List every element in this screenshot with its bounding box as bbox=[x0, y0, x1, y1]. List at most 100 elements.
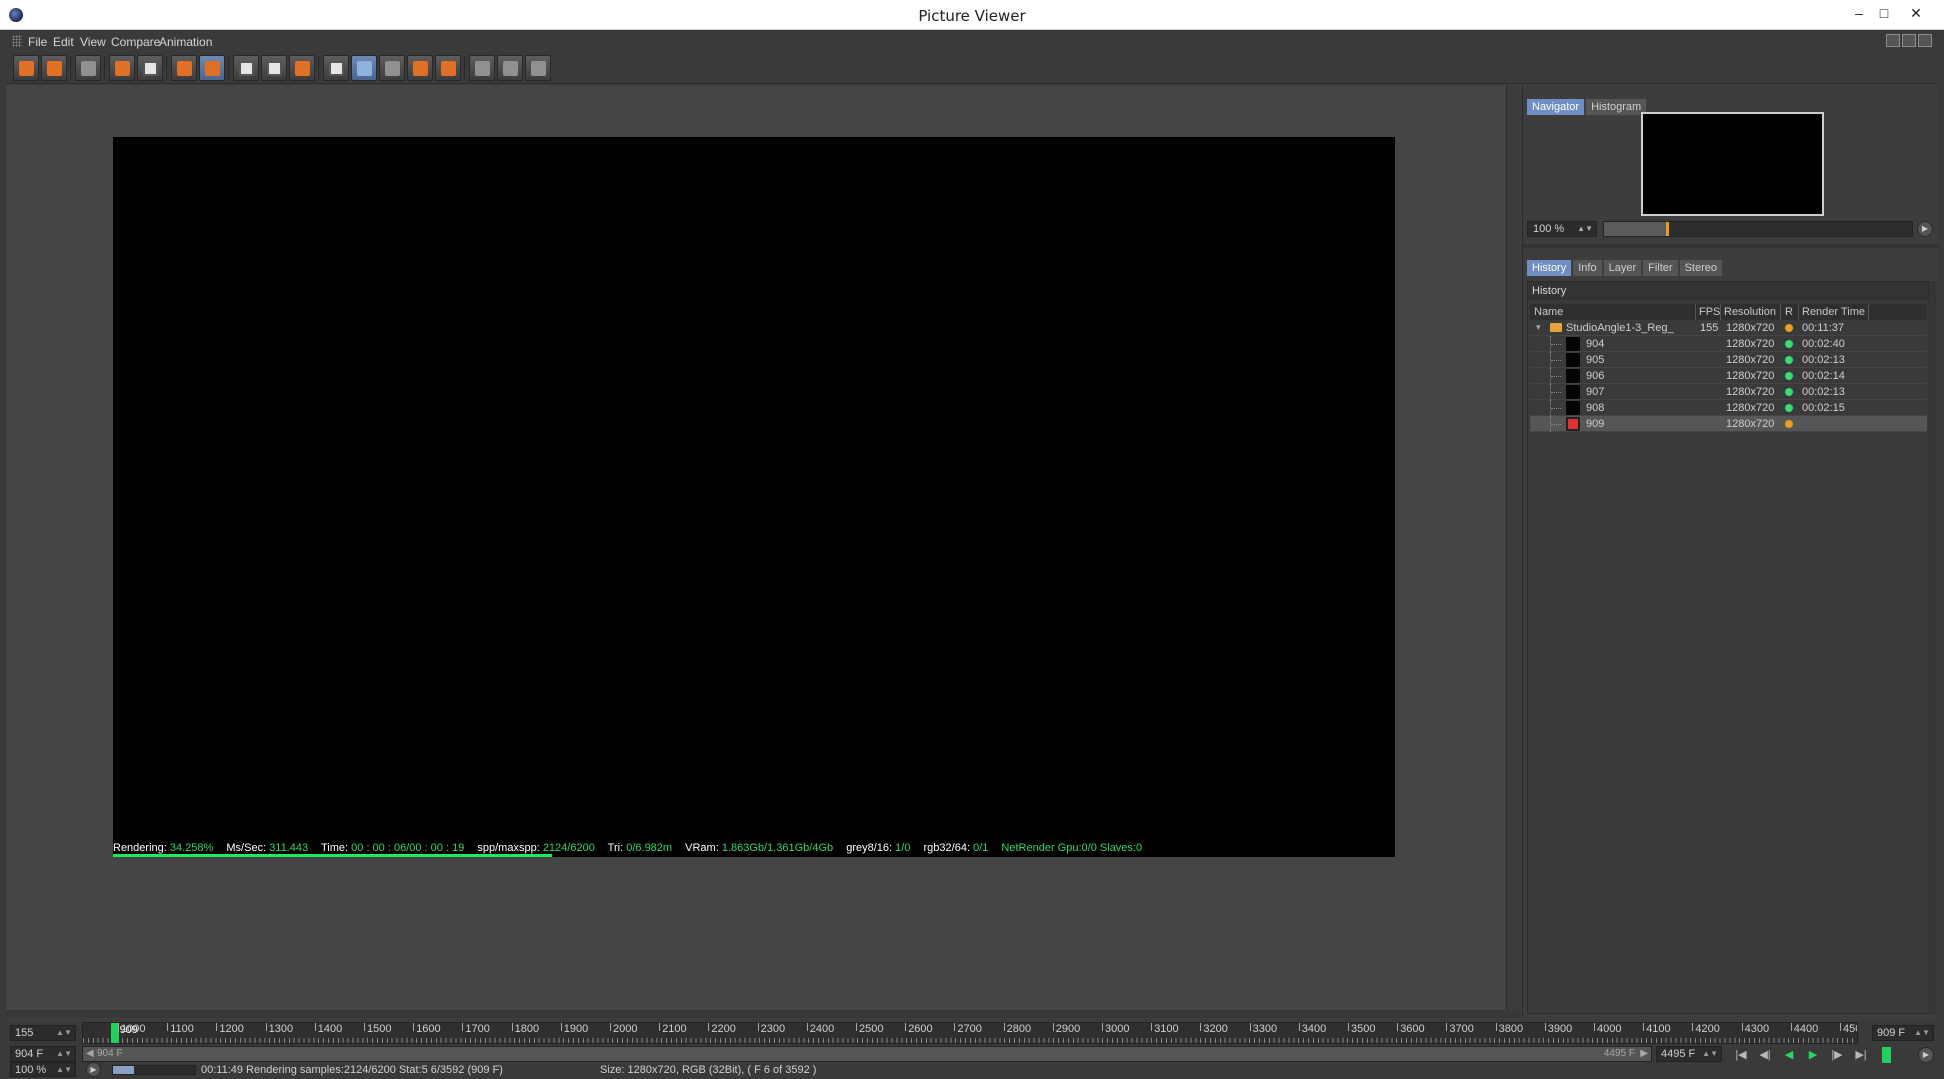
set-a-icon[interactable] bbox=[407, 55, 433, 81]
end-frame-field[interactable]: 4495 F ▲▼ bbox=[1656, 1046, 1722, 1062]
menu-compare[interactable]: Compare bbox=[111, 35, 160, 49]
layout-split-icon[interactable] bbox=[1886, 34, 1900, 47]
tab-history[interactable]: History bbox=[1527, 260, 1572, 276]
render-icon[interactable] bbox=[137, 55, 163, 81]
history-row[interactable]: 908 1280x720 00:02:15 bbox=[1530, 400, 1927, 416]
status-zoom-value: 100 % bbox=[15, 1064, 47, 1076]
copy-icon[interactable] bbox=[171, 55, 197, 81]
image-viewer[interactable]: Rendering: 34.258% Ms/Sec: 311.443 Time:… bbox=[6, 85, 1506, 1010]
film-icon[interactable] bbox=[75, 55, 101, 81]
frame-thumbnail bbox=[1566, 369, 1580, 383]
current-frame-field[interactable]: 909 F ▲▼ bbox=[1872, 1025, 1934, 1041]
timeline-tick: 1600 bbox=[413, 1023, 441, 1035]
layout2-icon[interactable] bbox=[497, 55, 523, 81]
history-row[interactable]: 904 1280x720 00:02:40 bbox=[1530, 336, 1927, 352]
status-zoom-field[interactable]: 100 % ▲▼ bbox=[10, 1062, 76, 1077]
history-table: Name FPS Resolution R Render Time ▾ Stud… bbox=[1530, 304, 1927, 432]
layout1-icon[interactable] bbox=[469, 55, 495, 81]
navigator-play-icon[interactable]: ▶ bbox=[1917, 221, 1933, 237]
prev-frame-icon[interactable]: ◀| bbox=[1756, 1047, 1774, 1063]
menu-edit[interactable]: Edit bbox=[53, 35, 74, 49]
timeline-tick: 450( bbox=[1839, 1023, 1857, 1035]
history-row[interactable]: 905 1280x720 00:02:13 bbox=[1530, 352, 1927, 368]
play-forward-icon[interactable]: ▶ bbox=[1804, 1047, 1822, 1063]
timeline-options-icon[interactable]: ▶ bbox=[1918, 1047, 1934, 1063]
save-icon[interactable] bbox=[41, 55, 67, 81]
next-frame-icon[interactable]: |▶ bbox=[1828, 1047, 1846, 1063]
row-name: 906 bbox=[1586, 370, 1605, 382]
go-to-end-icon[interactable]: ▶| bbox=[1852, 1047, 1870, 1063]
expand-icon[interactable]: ▾ bbox=[1536, 322, 1541, 333]
navigator-thumbnail[interactable] bbox=[1641, 112, 1824, 216]
range-right-arrow-icon[interactable]: ▶ bbox=[1640, 1048, 1648, 1059]
navigator-zoom-field[interactable]: 100 % ▲▼ bbox=[1527, 221, 1597, 237]
timeline-tick: 2400 bbox=[806, 1023, 835, 1035]
history-row-selected[interactable]: 909 1280x720 bbox=[1530, 416, 1927, 432]
viewer-hscrollbar[interactable] bbox=[6, 1010, 1520, 1018]
fps-field[interactable]: 155 ▲▼ bbox=[10, 1025, 76, 1041]
menu-file[interactable]: File bbox=[28, 35, 47, 49]
ab-compare-icon[interactable] bbox=[323, 55, 349, 81]
history-row[interactable]: 907 1280x720 00:02:13 bbox=[1530, 384, 1927, 400]
fps-icon[interactable] bbox=[351, 55, 377, 81]
col-fps[interactable]: FPS bbox=[1699, 306, 1720, 318]
status-play-icon[interactable]: ▶ bbox=[86, 1062, 101, 1077]
tab-layer[interactable]: Layer bbox=[1603, 260, 1642, 276]
stat-value: 0/1 bbox=[973, 842, 989, 854]
timeline-ruler[interactable]: 909 1000 1100 1200 1300 1400 1500 1600 1700 1800… bbox=[82, 1022, 1858, 1044]
frame-render-icon[interactable] bbox=[289, 55, 315, 81]
timeline-tick: 2200 bbox=[708, 1023, 736, 1035]
tab-navigator[interactable]: Navigator bbox=[1527, 99, 1585, 115]
open-icon[interactable] bbox=[13, 55, 39, 81]
history-scrollbar[interactable] bbox=[1931, 281, 1937, 1014]
frame-icon[interactable] bbox=[233, 55, 259, 81]
col-name[interactable]: Name bbox=[1534, 306, 1563, 318]
tab-stereo[interactable]: Stereo bbox=[1679, 260, 1722, 276]
history-row[interactable]: 906 1280x720 00:02:14 bbox=[1530, 368, 1927, 384]
history-row-group[interactable]: ▾ StudioAngle1-3_Reg_ 155 1280x720 00:11… bbox=[1530, 320, 1927, 336]
layout-move-icon[interactable] bbox=[1918, 34, 1932, 47]
timeline-tick: 2500 bbox=[855, 1023, 884, 1035]
right-panel: Navigator Histogram 100 % ▲▼ ▶ History I… bbox=[1522, 85, 1939, 1018]
timeline-tick: 3400 bbox=[1298, 1023, 1327, 1035]
timeline-tick: 3700 bbox=[1446, 1023, 1474, 1035]
maximize-button[interactable]: □ bbox=[1870, 3, 1898, 23]
col-render-time[interactable]: Render Time bbox=[1802, 306, 1865, 318]
menu-view[interactable]: View bbox=[80, 35, 106, 49]
close-button[interactable]: ✕ bbox=[1902, 3, 1930, 23]
navigator-zoom-slider[interactable] bbox=[1603, 221, 1913, 237]
col-r[interactable]: R bbox=[1785, 306, 1793, 318]
frame-range-slider[interactable]: ◀ 904 F 4495 F ▶ bbox=[82, 1046, 1652, 1062]
loop-toggle-icon[interactable] bbox=[1882, 1047, 1891, 1063]
render-image[interactable]: Rendering: 34.258% Ms/Sec: 311.443 Time:… bbox=[113, 137, 1395, 857]
minimize-button[interactable]: – bbox=[1845, 3, 1873, 23]
row-resolution: 1280x720 bbox=[1726, 386, 1775, 398]
tab-histogram[interactable]: Histogram bbox=[1586, 99, 1647, 115]
layout-maximize-icon[interactable] bbox=[1902, 34, 1916, 47]
menu-grip-icon[interactable] bbox=[12, 35, 22, 47]
slider-handle[interactable] bbox=[1665, 222, 1669, 236]
panel-divider[interactable] bbox=[1523, 244, 1939, 248]
start-frame-field[interactable]: 904 F ▲▼ bbox=[10, 1046, 76, 1062]
timeline-tick: 1100 bbox=[167, 1023, 194, 1035]
menu-animation[interactable]: Animation bbox=[159, 35, 212, 49]
history-icon[interactable] bbox=[199, 55, 225, 81]
play-backward-icon[interactable]: ◀ bbox=[1780, 1047, 1798, 1063]
tab-info[interactable]: Info bbox=[1573, 260, 1602, 276]
stat-label: Ms/Sec: bbox=[226, 842, 267, 854]
ab-swap-icon[interactable] bbox=[379, 55, 405, 81]
tab-filter[interactable]: Filter bbox=[1643, 260, 1678, 276]
set-b-icon[interactable] bbox=[435, 55, 461, 81]
range-left-arrow-icon[interactable]: ◀ bbox=[86, 1048, 94, 1059]
col-resolution[interactable]: Resolution bbox=[1724, 306, 1776, 318]
timeline-tick: 2700 bbox=[954, 1023, 982, 1035]
timeline-tick: 4000 bbox=[1593, 1023, 1622, 1035]
viewer-scrollbar[interactable] bbox=[1506, 85, 1520, 1010]
grid-icon[interactable] bbox=[109, 55, 135, 81]
row-time: 00:02:13 bbox=[1802, 386, 1845, 398]
go-to-start-icon[interactable]: |◀ bbox=[1732, 1047, 1750, 1063]
frame-play-icon[interactable] bbox=[261, 55, 287, 81]
row-name: 909 bbox=[1586, 418, 1605, 430]
spin-arrows-icon[interactable]: ▲▼ bbox=[1577, 222, 1593, 236]
layout3-icon[interactable] bbox=[525, 55, 551, 81]
